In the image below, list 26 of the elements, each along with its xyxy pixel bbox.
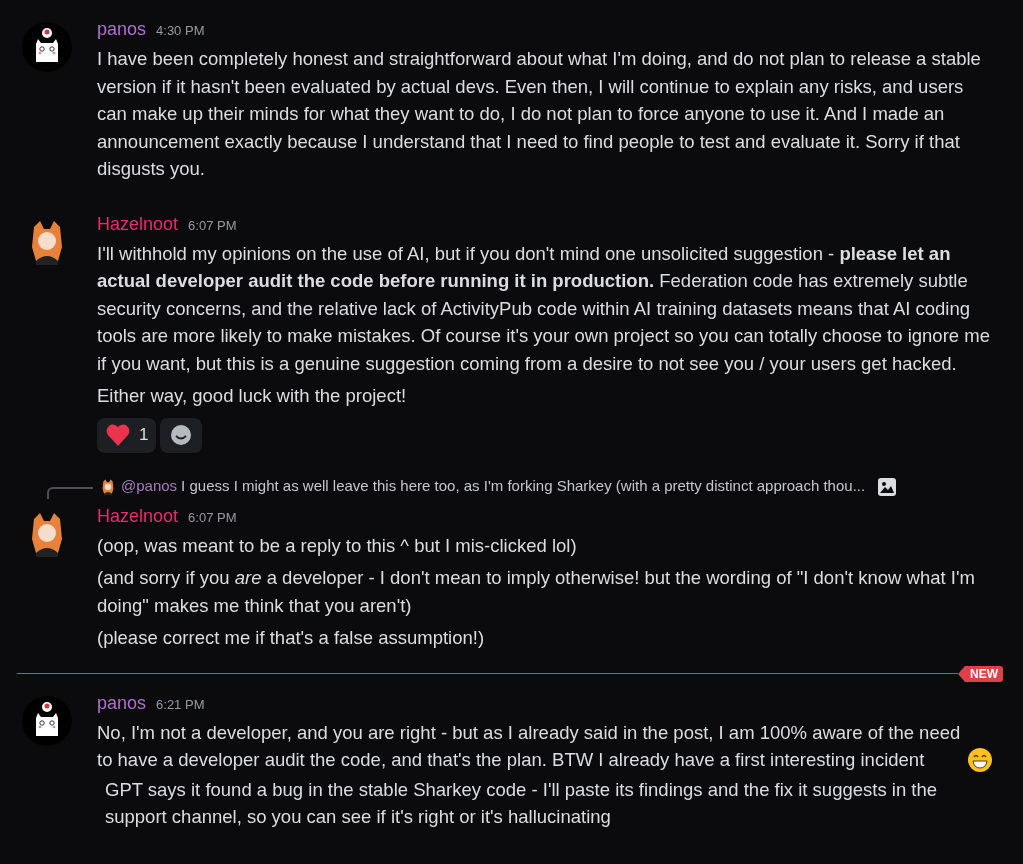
timestamp: 4:30 PM (156, 22, 205, 40)
reply-author[interactable]: @panos (121, 475, 178, 498)
cat-avatar (22, 22, 72, 72)
message-text: (oop, was meant to be a reply to this ^ but I mis-clicked lol) (97, 533, 578, 558)
smiley-icon (170, 424, 193, 446)
author-name[interactable]: Hazelnoot (97, 210, 179, 238)
message-text: Either way, good luck with the project! (97, 384, 408, 408)
message-text: GPT says it found a bug in the stable Sharkey code - I'll paste its findings and the fix it suggests in the support channel, so you can see if it's right or it's hallucinating (104, 777, 939, 829)
message-text: I'll withhold my opinions on the use of AI, but if you don't mind one unsolicited suggestion - please let an actual developer audit the code before running it in production. Federation code has extremely subtle security concerns, and the relative lack of ActivityPub code within AI training datasets means that AI coding tools are more likely to make mistakes. Of course it's your own project so you can totally choose to ignore me if you want, but this is a genuine suggestion coming from a desire to not see you / your users get hacked. (97, 241, 991, 376)
message-text: (and sorry if you are a developer - I don't mean to imply otherwise! but the wording of "I don't know what I'm doing" makes me think that you aren't) (97, 566, 976, 618)
author-name[interactable]: panos (97, 689, 147, 717)
reply-preview-text[interactable]: I guess I might as well leave this here too, as I'm forking Sharkey (with a pretty distinct approach thou... (181, 475, 866, 498)
cat-avatar (22, 695, 72, 746)
add-reaction-button[interactable] (160, 417, 203, 453)
author-name[interactable]: panos (97, 16, 147, 43)
reply-connector-line (47, 486, 93, 499)
heart-reaction[interactable]: 1 (97, 417, 157, 453)
image-icon (877, 476, 898, 497)
message-text: (please correct me if that's a false assumption!) (97, 626, 486, 650)
heart-icon (105, 423, 131, 447)
message-text: No, I'm not a developer, and you are right - but as I already said in the post, I am 100% aware of the need to have a developer audit the code, and that's the plan. BTW I already have a first interesting incident (97, 720, 962, 772)
timestamp: 6:21 PM (156, 695, 205, 714)
author-name[interactable]: Hazelnoot (97, 502, 179, 530)
message-text: I have been completely honest and straightforward about what I'm doing, and do not plan to release a stable version if it hasn't been evaluated by actual devs. Even then, I will continue to explain any risks, and users can make up their minds for what they want to do, I do not plan to force anyone to use it. And I made an announcement exactly because I understand that I need to find people to test and evaluate it. Sorry if that disgusts you. (97, 47, 982, 181)
timestamp: 6:07 PM (188, 216, 237, 235)
timestamp: 6:07 PM (188, 508, 237, 527)
